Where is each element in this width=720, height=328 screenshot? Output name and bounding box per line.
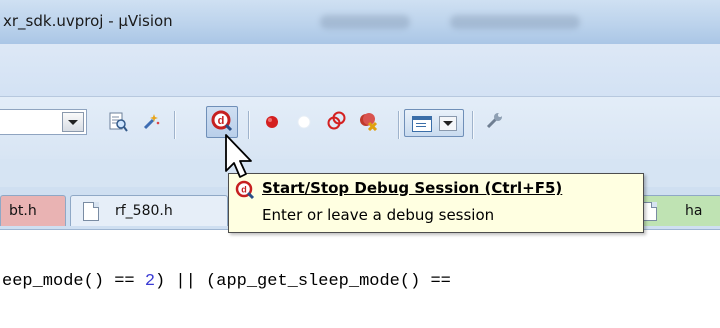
- wrench-icon[interactable]: [484, 111, 504, 131]
- tab-label: bt.h: [9, 203, 37, 219]
- toolbar-separator: [174, 111, 176, 139]
- menu-bar: [0, 44, 720, 97]
- kill-all-breakpoints-icon[interactable]: [358, 111, 378, 131]
- title-bar-blur: [450, 15, 580, 29]
- tab-label: ha: [685, 203, 703, 219]
- window-title: xr_sdk.uvproj - µVision: [3, 12, 173, 30]
- tab-rf-580-h[interactable]: rf_580.h: [70, 195, 228, 226]
- find-in-files-icon[interactable]: [108, 112, 128, 132]
- code-editor[interactable]: eep_mode() == 2) || (app_get_sleep_mode(…: [0, 230, 720, 328]
- window-layout-icon: [412, 116, 432, 132]
- svg-text:d: d: [241, 185, 247, 195]
- target-select[interactable]: [0, 109, 87, 135]
- code-text: ) || (app_get_sleep_mode() ==: [155, 272, 451, 291]
- configure-icon[interactable]: [142, 111, 162, 131]
- target-select-dropdown-button[interactable]: [62, 112, 84, 132]
- tooltip: d Start/Stop Debug Session (Ctrl+F5) Ent…: [228, 173, 644, 233]
- title-bar: xr_sdk.uvproj - µVision: [0, 0, 720, 44]
- enable-breakpoint-icon[interactable]: [294, 112, 314, 132]
- title-bar-blur: [320, 15, 410, 29]
- toolbar-separator: [472, 111, 474, 139]
- svg-text:d: d: [218, 115, 225, 127]
- toolbar-separator: [398, 111, 400, 139]
- document-icon: [83, 202, 99, 221]
- code-text: eep_mode() ==: [2, 272, 145, 291]
- tab-bt-h[interactable]: bt.h: [0, 195, 66, 226]
- code-line: eep_mode() == 2) || (app_get_sleep_mode(…: [2, 272, 451, 291]
- tooltip-description: Enter or leave a debug session: [262, 206, 495, 224]
- insert-breakpoint-icon[interactable]: [262, 112, 282, 132]
- tooltip-title: Start/Stop Debug Session (Ctrl+F5): [262, 179, 563, 197]
- tab-label: rf_580.h: [115, 203, 173, 219]
- start-stop-debug-icon: d: [211, 110, 233, 132]
- build-toolbar: d: [0, 97, 720, 159]
- mouse-cursor-icon: [225, 134, 252, 178]
- code-number: 2: [144, 272, 156, 291]
- disable-all-breakpoints-icon[interactable]: [326, 111, 346, 131]
- window-view-button[interactable]: [404, 109, 464, 137]
- chevron-down-icon[interactable]: [439, 116, 457, 131]
- start-stop-debug-icon: d: [235, 180, 255, 200]
